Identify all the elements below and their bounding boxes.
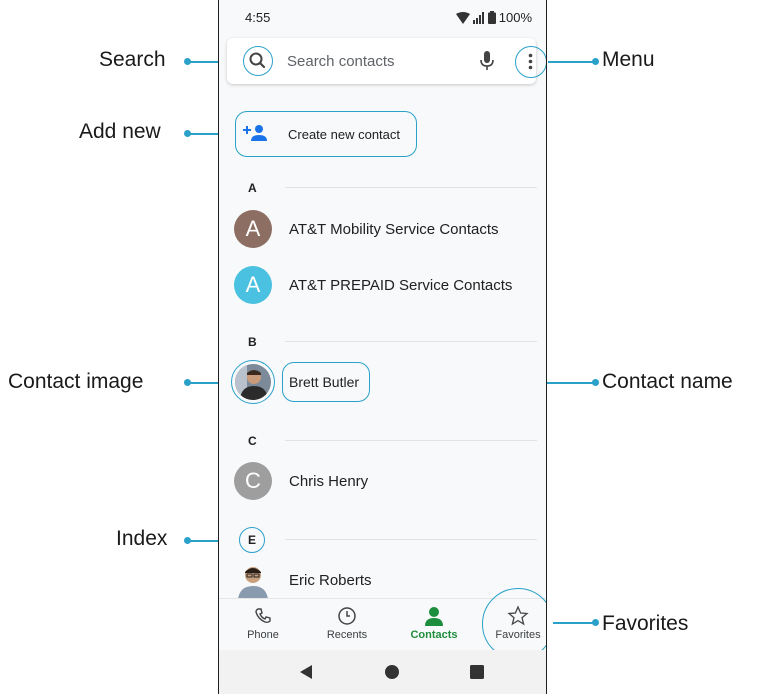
callout-dot xyxy=(592,619,599,626)
section-divider xyxy=(285,539,537,540)
status-bar: 4:55 100% xyxy=(219,0,546,36)
contact-name: Chris Henry xyxy=(289,473,369,490)
contact-avatar: C xyxy=(234,462,272,500)
annotation-menu: Menu xyxy=(602,48,655,71)
contact-name: AT&T Mobility Service Contacts xyxy=(289,221,499,238)
clock-icon xyxy=(338,607,356,625)
overview-icon[interactable] xyxy=(470,665,484,679)
battery-icon xyxy=(487,11,496,24)
add-person-icon xyxy=(243,125,267,141)
callout-dot xyxy=(592,379,599,386)
mic-icon[interactable] xyxy=(480,51,494,71)
tab-phone[interactable]: Phone xyxy=(228,605,298,641)
contact-name: Brett Butler xyxy=(289,374,360,390)
callout-line xyxy=(553,622,596,624)
status-time: 4:55 xyxy=(245,10,271,25)
contact-name: AT&T PREPAID Service Contacts xyxy=(289,277,513,294)
search-input[interactable]: Search contacts xyxy=(287,53,395,70)
tab-label: Recents xyxy=(326,629,368,641)
index-letter: A xyxy=(248,181,257,195)
system-navigation xyxy=(219,650,546,694)
tab-label: Phone xyxy=(247,629,279,641)
index-letter: E xyxy=(248,533,257,547)
phone-icon xyxy=(255,608,271,624)
contact-avatar: A xyxy=(234,266,272,304)
person-icon xyxy=(425,607,443,626)
contact-name-highlight: Brett Butler xyxy=(282,362,370,402)
index-letter: C xyxy=(248,434,257,448)
callout-dot xyxy=(592,58,599,65)
annotation-add-new: Add new xyxy=(79,120,161,143)
battery-percent: 100% xyxy=(498,10,532,25)
section-divider xyxy=(285,440,537,441)
tab-contacts[interactable]: Contacts xyxy=(399,605,469,641)
signal-icon xyxy=(472,11,484,24)
phone-screen: 4:55 100% Search contacts Create new con… xyxy=(218,0,547,694)
create-new-contact-button[interactable]: Create new contact xyxy=(235,111,417,157)
contact-photo xyxy=(235,364,271,400)
more-options-icon[interactable] xyxy=(515,46,546,78)
home-icon[interactable] xyxy=(385,665,399,679)
annotation-contact-image: Contact image xyxy=(8,370,144,393)
annotation-contact-name: Contact name xyxy=(602,370,733,393)
back-icon[interactable] xyxy=(299,664,313,680)
section-divider xyxy=(285,187,537,188)
search-icon[interactable] xyxy=(243,46,273,76)
create-contact-label: Create new contact xyxy=(288,127,401,142)
annotation-index: Index xyxy=(116,527,168,550)
contact-photo xyxy=(234,561,272,599)
contact-name: Eric Roberts xyxy=(289,572,372,589)
annotation-search: Search xyxy=(99,48,166,71)
tab-label: Contacts xyxy=(410,629,458,641)
status-icons: 100% xyxy=(455,10,532,25)
wifi-icon xyxy=(455,11,470,24)
index-letter: B xyxy=(248,335,257,349)
callout-line xyxy=(548,61,596,63)
section-divider xyxy=(285,341,537,342)
contact-avatar: A xyxy=(234,210,272,248)
search-bar[interactable]: Search contacts xyxy=(227,38,546,84)
annotation-favorites: Favorites xyxy=(602,612,689,635)
tab-recents[interactable]: Recents xyxy=(312,605,382,641)
